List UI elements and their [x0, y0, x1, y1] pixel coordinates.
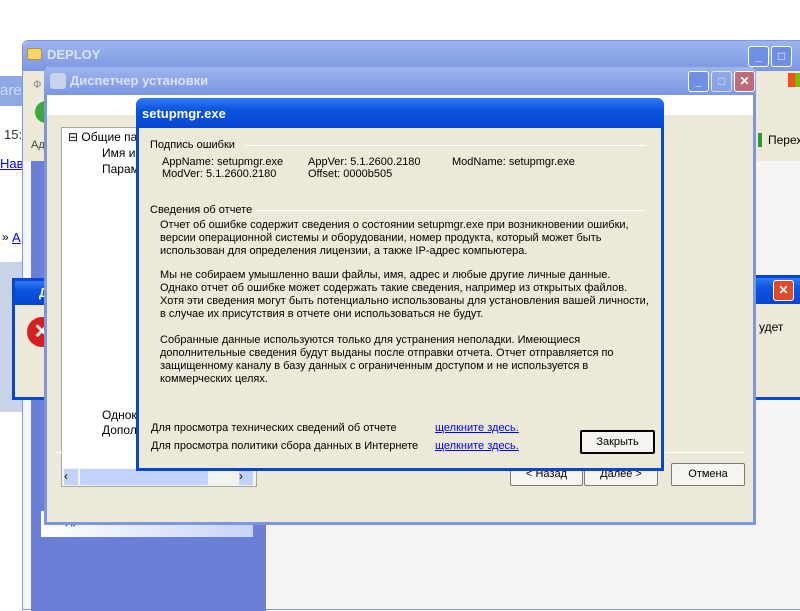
setup-title: Диспетчер установки [70, 73, 209, 88]
close-dialog-button[interactable]: Закрыть [580, 430, 655, 454]
folder-icon [27, 48, 42, 60]
offset: Offset: 0000b505 [308, 168, 393, 180]
module-name: ModName: setupmgr.exe [452, 156, 575, 168]
bg-text: 15: [4, 127, 23, 142]
dialog-title: setupmgr.exe [142, 106, 226, 121]
app-name: AppName: setupmgr.exe [162, 156, 284, 168]
close-button[interactable]: ✕ [773, 280, 794, 301]
cancel-button[interactable]: Отмена [671, 463, 745, 486]
bg-link[interactable]: Нав [0, 156, 24, 171]
report-paragraph: Мы не собираем умышленно ваши файлы, имя… [160, 269, 649, 320]
deploy-title: DEPLOY [47, 47, 101, 62]
minimize-button[interactable]: _ [688, 71, 709, 92]
close-button[interactable]: ✕ [734, 71, 755, 92]
go-label: Переход [768, 133, 800, 147]
tech-details-link[interactable]: щелкните здесь. [435, 422, 519, 434]
windows-logo-icon [788, 73, 800, 87]
menu-file[interactable]: Ф [33, 79, 41, 91]
tech-details-label: Для просмотра технических сведений об от… [151, 422, 397, 434]
signature-heading: Подпись ошибки [150, 139, 235, 151]
address-label: Ад [31, 139, 45, 151]
maximize-button: □ [711, 71, 732, 92]
maximize-button[interactable]: □ [771, 46, 792, 67]
report-paragraph: Отчет об ошибке содержит сведения о сост… [160, 219, 629, 257]
app-version: AppVer: 5.1.2600.2180 [308, 156, 421, 168]
policy-label: Для просмотра политики сбора данных в Ин… [151, 440, 419, 452]
dialog-text: удет [759, 320, 784, 334]
bg-link[interactable]: А [12, 230, 21, 245]
dialog-title-bar[interactable]: setupmgr.exe [136, 98, 664, 128]
report-heading: Сведения об отчете [150, 204, 253, 216]
minimize-button[interactable]: _ [748, 46, 769, 67]
setup-icon [50, 73, 66, 89]
bg-text: » [2, 230, 9, 244]
module-version: ModVer: 5.1.2600.2180 [162, 168, 277, 180]
setup-title-bar[interactable]: Диспетчер установки [44, 67, 756, 95]
report-paragraph: Собранные данные используются только для… [160, 334, 614, 385]
go-button[interactable]: Переход [758, 133, 800, 147]
tree-item[interactable]: ⊟ Общие пар [68, 130, 144, 144]
policy-link[interactable]: щелкните здесь. [435, 440, 519, 452]
